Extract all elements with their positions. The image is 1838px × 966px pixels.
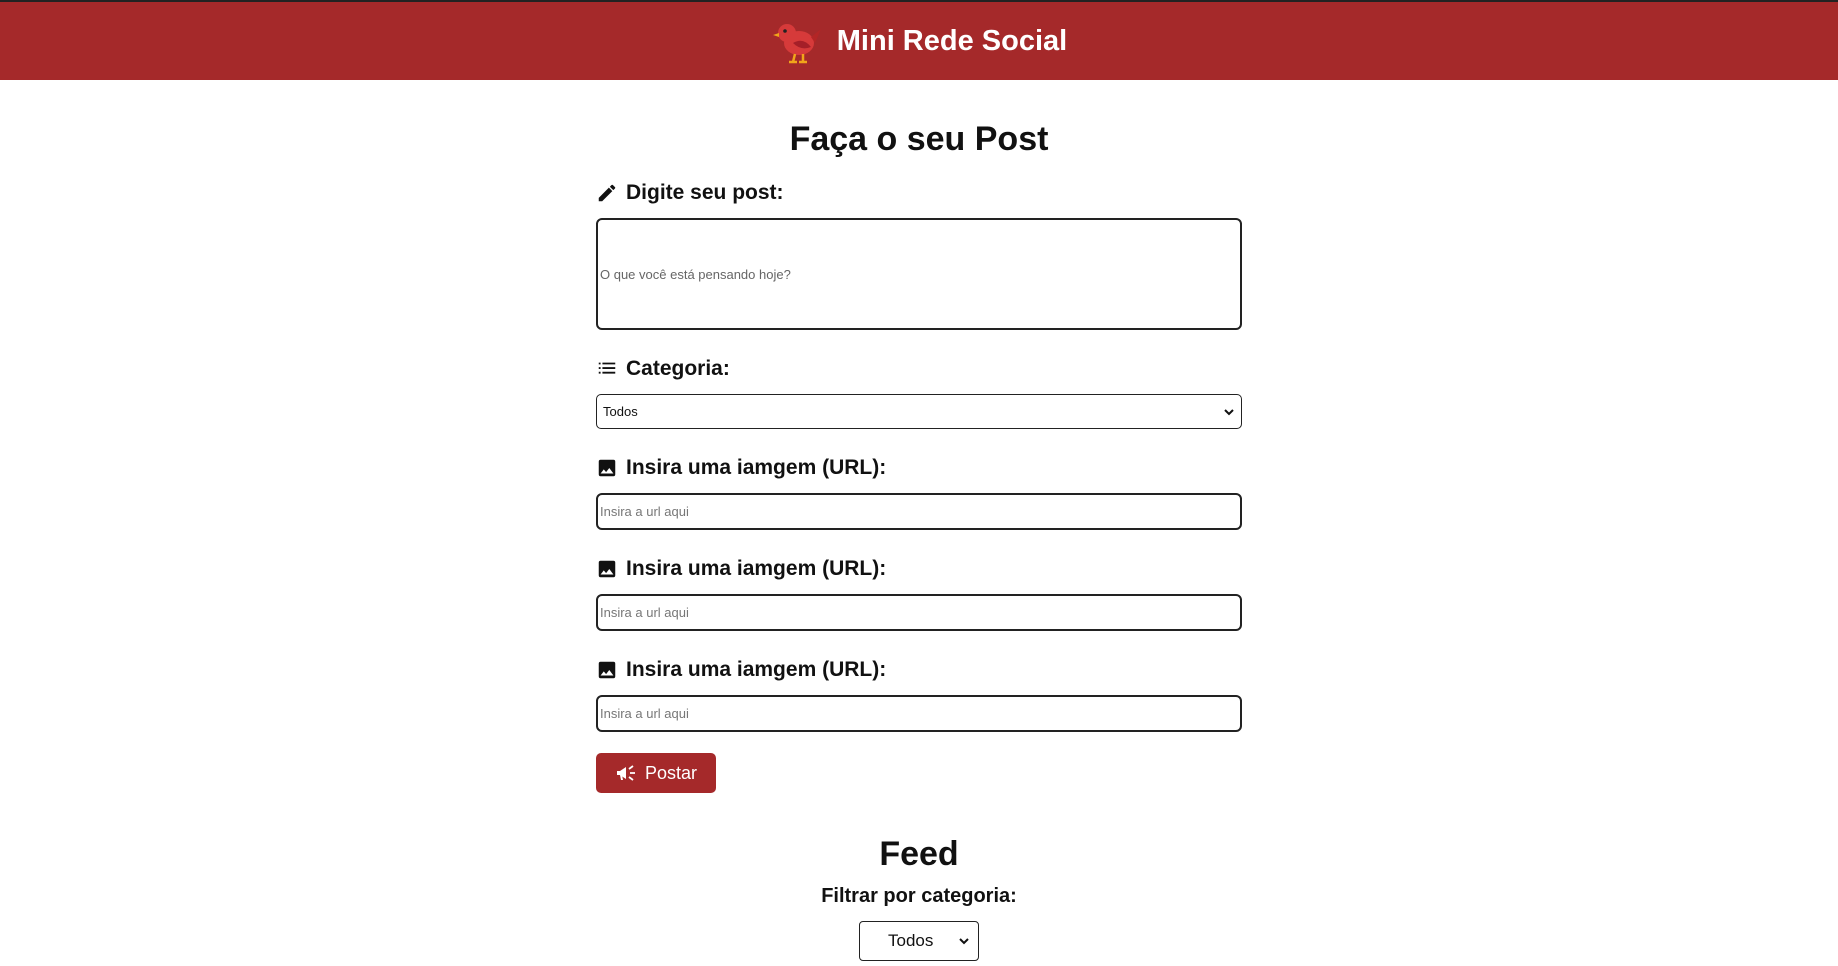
image-label-text: Insira uma iamgem (URL): xyxy=(626,557,887,580)
post-button-label: Postar xyxy=(644,762,698,783)
app-header: Mini Rede Social xyxy=(0,0,1838,80)
image-icon xyxy=(598,459,616,477)
red-bird-icon xyxy=(772,24,821,64)
chevron-down-icon xyxy=(1224,408,1234,415)
category-select-value: Todos xyxy=(603,404,638,419)
image-label-1: Insira uma iamgem (URL): xyxy=(596,453,1242,483)
image-url-placeholder: Insira a url aqui xyxy=(600,605,689,620)
filter-select-value: Todos xyxy=(888,931,934,950)
main-content: Faça o seu Post Digite seu post: O que v… xyxy=(596,80,1242,966)
image-icon xyxy=(598,560,616,578)
image-url-input-2[interactable]: Insira a url aqui xyxy=(596,594,1242,631)
image-label-text: Insira uma iamgem (URL): xyxy=(626,658,887,681)
filter-label: Filtrar por categoria: xyxy=(821,885,1017,907)
image-label-3: Insira uma iamgem (URL): xyxy=(596,655,1242,685)
image-url-input-3[interactable]: Insira a url aqui xyxy=(596,695,1242,732)
post-button[interactable]: Postar xyxy=(596,753,716,793)
pencil-icon xyxy=(598,184,616,202)
category-label-text: Categoria: xyxy=(626,357,730,380)
post-label: Digite seu post: xyxy=(596,178,1242,208)
chevron-down-icon xyxy=(959,938,969,945)
post-form-title: Faça o seu Post xyxy=(789,120,1049,158)
filter-category-select[interactable]: Todos xyxy=(859,921,979,961)
post-textarea[interactable]: O que você está pensando hoje? xyxy=(596,218,1242,330)
category-select[interactable]: Todos xyxy=(596,394,1242,429)
post-textarea-placeholder: O que você está pensando hoje? xyxy=(600,266,791,282)
image-url-input-1[interactable]: Insira a url aqui xyxy=(596,493,1242,530)
list-icon xyxy=(598,362,616,374)
category-label: Categoria: xyxy=(596,354,1242,384)
image-label-text: Insira uma iamgem (URL): xyxy=(626,456,887,479)
megaphone-icon xyxy=(616,765,635,781)
app-title: Mini Rede Social xyxy=(836,24,1068,57)
image-label-2: Insira uma iamgem (URL): xyxy=(596,554,1242,584)
image-url-placeholder: Insira a url aqui xyxy=(600,504,689,519)
image-url-placeholder: Insira a url aqui xyxy=(600,706,689,721)
image-icon xyxy=(598,661,616,679)
feed-title: Feed xyxy=(879,835,959,873)
post-label-text: Digite seu post: xyxy=(626,181,784,204)
